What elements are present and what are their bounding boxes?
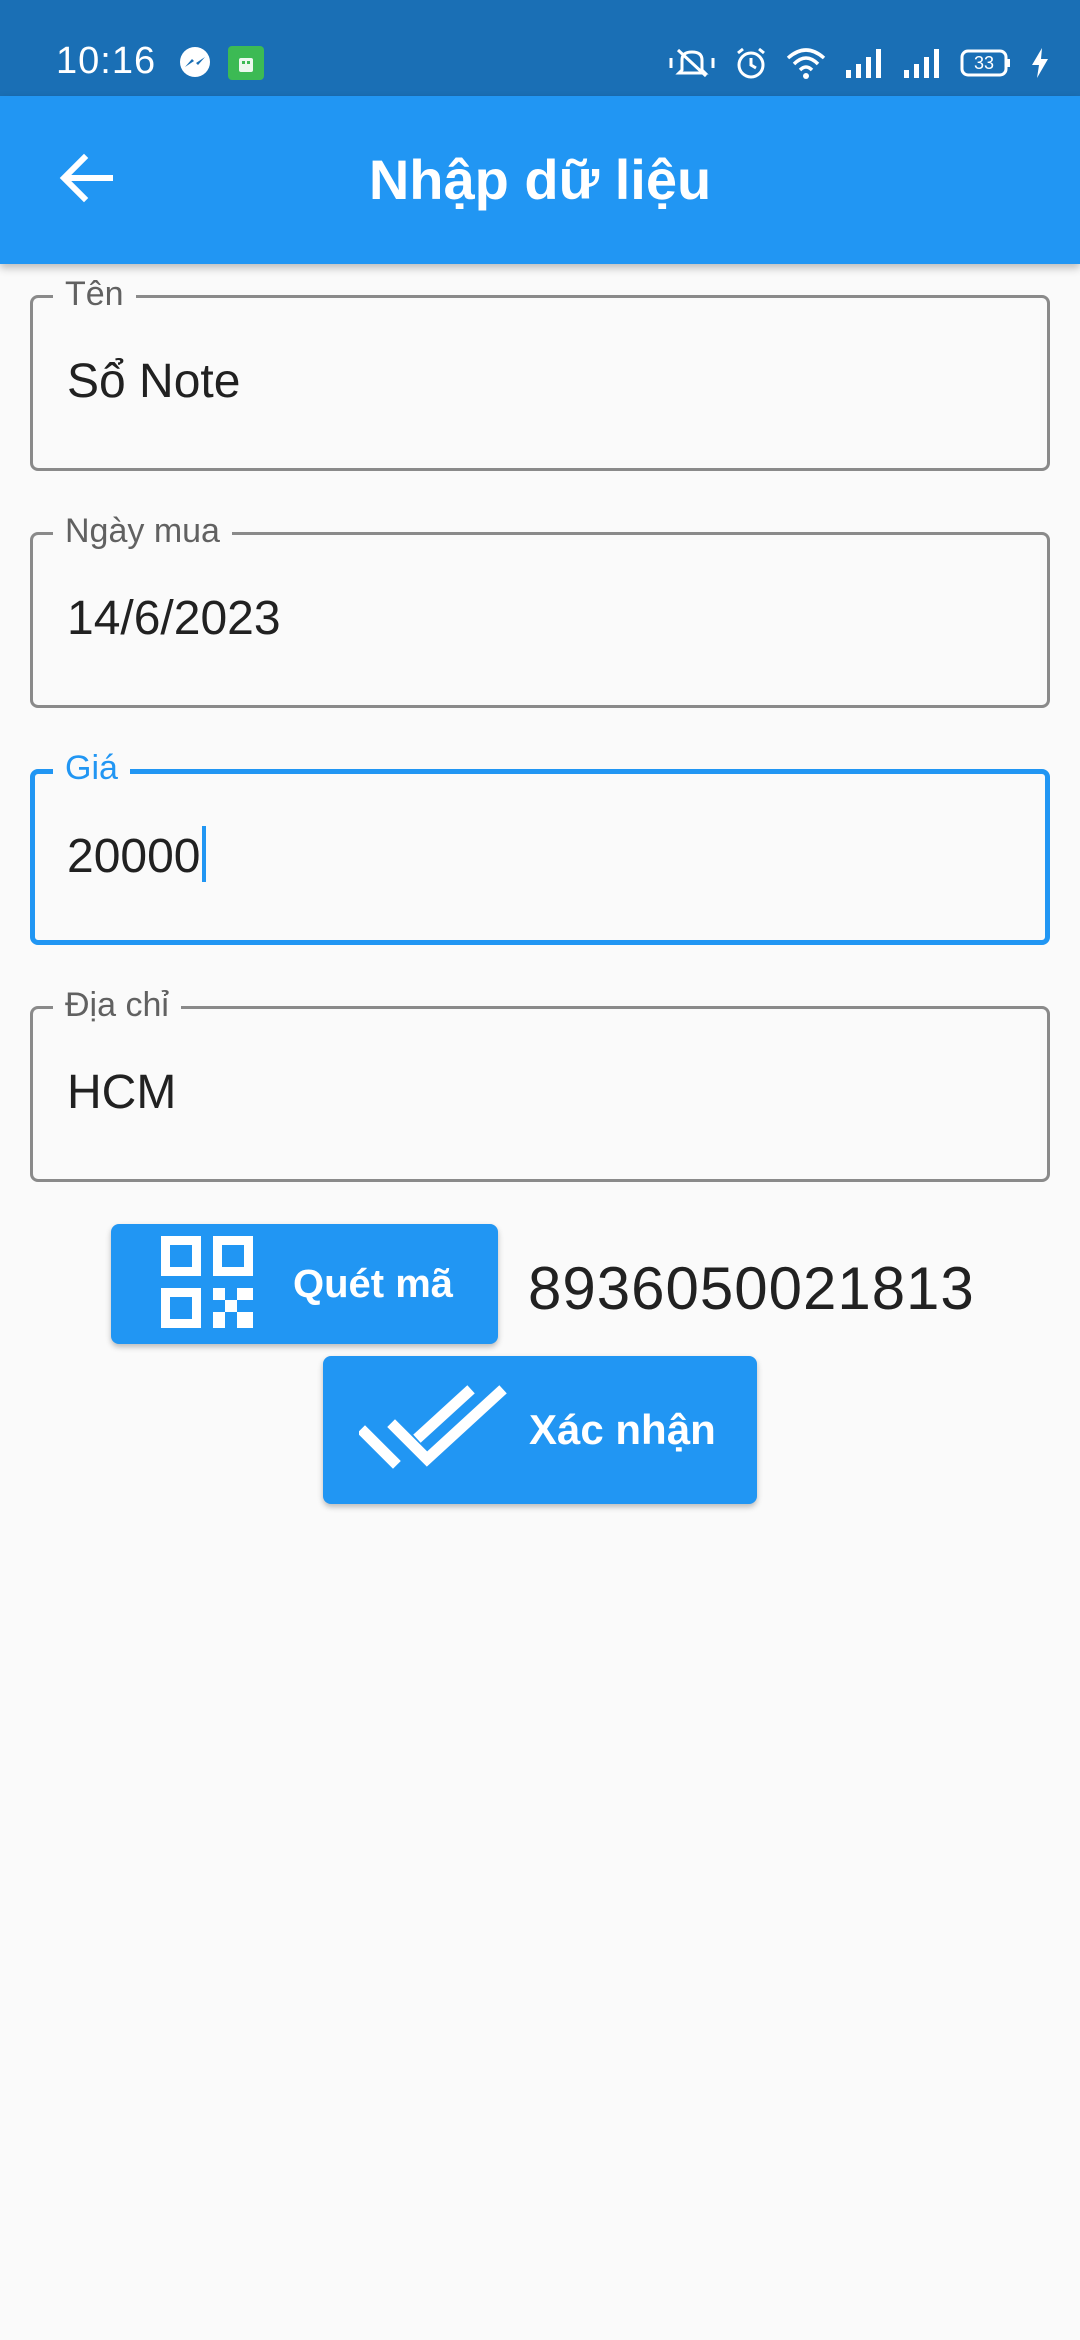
scan-button-label: Quét mã bbox=[293, 1261, 454, 1306]
battery-icon: 33 bbox=[960, 48, 1012, 78]
barcode-result: 8936050021813 bbox=[528, 1255, 975, 1322]
battery-level: 33 bbox=[973, 53, 995, 73]
signal-icon bbox=[844, 46, 884, 80]
scan-button[interactable]: Quét mã bbox=[111, 1224, 498, 1344]
page-title: Nhập dữ liệu bbox=[368, 148, 712, 211]
status-time: 10:16 bbox=[56, 40, 157, 82]
price-field-value: 20000 bbox=[67, 830, 201, 883]
double-check-icon bbox=[357, 1383, 509, 1478]
charging-icon bbox=[1030, 46, 1050, 80]
status-left-icons bbox=[178, 46, 264, 80]
price-field-label: Giá bbox=[53, 748, 130, 788]
signal-icon bbox=[902, 46, 942, 80]
text-cursor bbox=[202, 826, 207, 882]
address-field[interactable]: Địa chỉ HCM bbox=[30, 985, 1050, 1182]
address-field-value[interactable]: HCM bbox=[67, 1063, 176, 1123]
mute-vibrate-icon bbox=[668, 46, 716, 80]
android-app-icon bbox=[228, 46, 264, 80]
address-field-label: Địa chỉ bbox=[53, 985, 181, 1025]
price-field[interactable]: Giá 20000 bbox=[30, 748, 1050, 945]
purchase-date-field[interactable]: Ngày mua 14/6/2023 bbox=[30, 511, 1050, 708]
purchase-date-field-label: Ngày mua bbox=[53, 511, 232, 551]
alarm-icon bbox=[734, 46, 768, 80]
qr-code-icon bbox=[161, 1235, 253, 1333]
purchase-date-field-value[interactable]: 14/6/2023 bbox=[67, 589, 281, 649]
messenger-icon bbox=[178, 46, 212, 80]
confirm-button[interactable]: Xác nhận bbox=[323, 1356, 757, 1504]
name-field-label: Tên bbox=[53, 274, 136, 314]
confirm-button-label: Xác nhận bbox=[529, 1406, 716, 1453]
status-right-icons: 33 bbox=[668, 46, 1050, 80]
name-field[interactable]: Tên Sổ Note bbox=[30, 274, 1050, 471]
price-field-input[interactable]: 20000 bbox=[67, 826, 207, 887]
name-field-value[interactable]: Sổ Note bbox=[67, 352, 240, 412]
app-bar: Nhập dữ liệu bbox=[0, 96, 1080, 264]
status-bar: 10:16 33 bbox=[0, 0, 1080, 96]
wifi-icon bbox=[786, 46, 826, 80]
